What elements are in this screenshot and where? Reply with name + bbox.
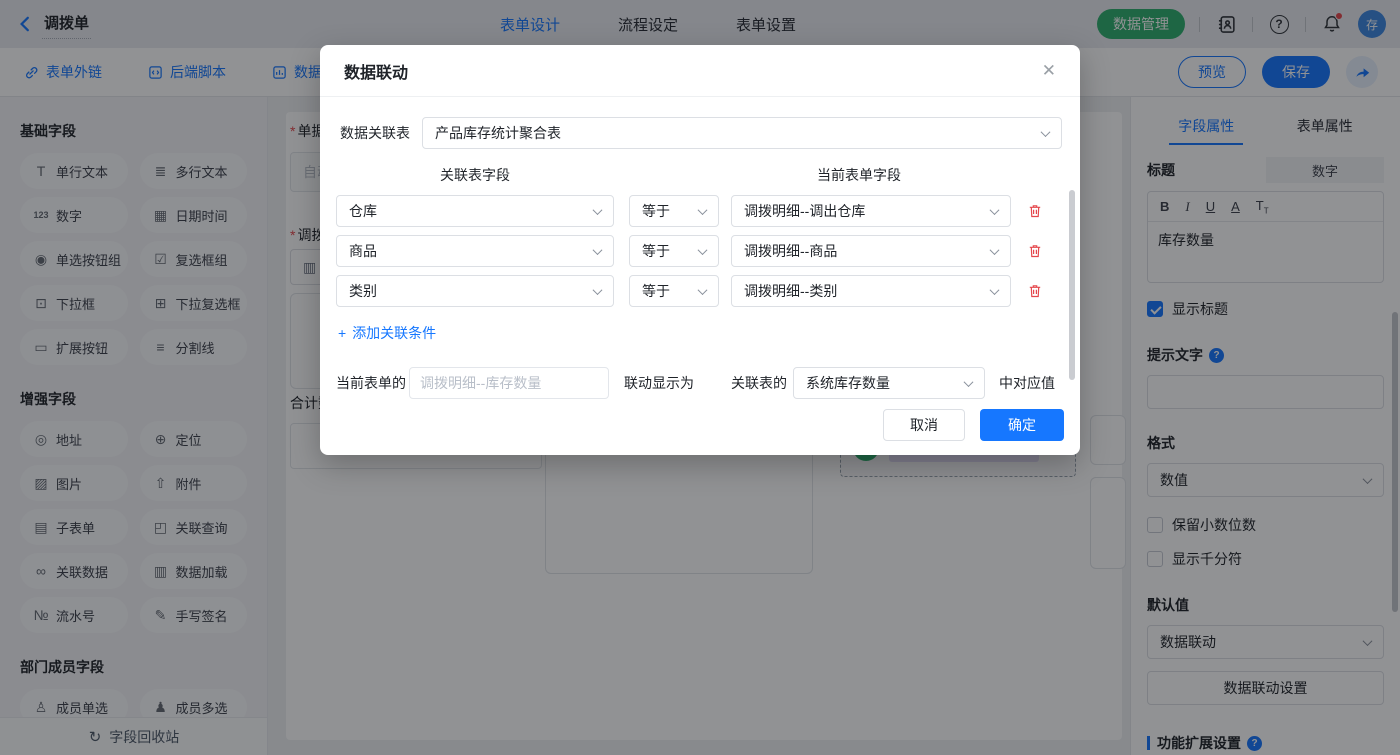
- current-field-input[interactable]: 调拨明细--库存数量: [409, 367, 609, 399]
- modal-footer: 取消 确定: [883, 409, 1064, 441]
- linked-table-row: 数据关联表 产品库存统计聚合表: [340, 117, 1062, 149]
- modal-body: 数据关联表 产品库存统计聚合表 关联表字段 当前表单字段 仓库 等于 调拨明细-…: [320, 97, 1080, 399]
- trash-icon: [1027, 283, 1043, 299]
- chevron-down-icon: [990, 285, 1000, 295]
- condition-row: 类别 等于 调拨明细--类别: [336, 275, 1062, 307]
- cancel-button[interactable]: 取消: [883, 409, 965, 441]
- linked-field-select[interactable]: 商品: [336, 235, 614, 267]
- chevron-down-icon: [698, 205, 708, 215]
- linked-table-select[interactable]: 产品库存统计聚合表: [422, 117, 1062, 149]
- chevron-down-icon: [698, 285, 708, 295]
- chevron-down-icon: [698, 245, 708, 255]
- add-condition-link[interactable]: + 添加关联条件: [338, 323, 436, 343]
- operator-select[interactable]: 等于: [629, 275, 719, 307]
- left-column-header: 关联表字段: [336, 165, 614, 185]
- chevron-down-icon: [593, 205, 603, 215]
- plus-icon: +: [338, 325, 346, 341]
- operator-select[interactable]: 等于: [629, 195, 719, 227]
- chevron-down-icon: [990, 205, 1000, 215]
- confirm-button[interactable]: 确定: [980, 409, 1064, 441]
- trash-icon: [1027, 203, 1043, 219]
- condition-headers: 关联表字段 当前表单字段: [336, 165, 1062, 185]
- mapping-prefix-label: 当前表单的: [336, 373, 406, 393]
- operator-select[interactable]: 等于: [629, 235, 719, 267]
- mapping-middle-label: 联动显示为: [624, 373, 694, 393]
- current-form-field-select[interactable]: 调拨明细--类别: [731, 275, 1011, 307]
- mapping-row: 当前表单的 调拨明细--库存数量 联动显示为 关联表的 系统库存数量 中对应值: [336, 367, 1062, 399]
- linked-field-select[interactable]: 仓库: [336, 195, 614, 227]
- current-form-field-select[interactable]: 调拨明细--调出仓库: [731, 195, 1011, 227]
- delete-condition-button[interactable]: [1022, 236, 1048, 266]
- chevron-down-icon: [1041, 127, 1051, 137]
- condition-row: 商品 等于 调拨明细--商品: [336, 235, 1062, 267]
- chevron-down-icon: [593, 285, 603, 295]
- modal-title: 数据联动: [344, 59, 408, 83]
- data-linkage-modal: 数据联动 ✕ 数据关联表 产品库存统计聚合表 关联表字段 当前表单字段 仓库 等…: [320, 45, 1080, 455]
- trash-icon: [1027, 243, 1043, 259]
- delete-condition-button[interactable]: [1022, 196, 1048, 226]
- target-field-select[interactable]: 系统库存数量: [793, 367, 985, 399]
- linked-table-label: 数据关联表: [340, 123, 410, 143]
- linked-field-select[interactable]: 类别: [336, 275, 614, 307]
- app-screen: 调拨单 表单设计 流程设定 表单设置 数据管理 ? 存 表单外链: [0, 0, 1400, 755]
- right-column-header: 当前表单字段: [719, 165, 999, 185]
- close-icon[interactable]: ✕: [1042, 61, 1056, 81]
- condition-row: 仓库 等于 调拨明细--调出仓库: [336, 195, 1062, 227]
- chevron-down-icon: [990, 245, 1000, 255]
- delete-condition-button[interactable]: [1022, 276, 1048, 306]
- modal-header: 数据联动 ✕: [320, 45, 1080, 97]
- mapping-table-prefix-label: 关联表的: [731, 373, 787, 393]
- current-form-field-select[interactable]: 调拨明细--商品: [731, 235, 1011, 267]
- modal-scrollbar[interactable]: [1069, 190, 1075, 380]
- chevron-down-icon: [964, 377, 974, 387]
- chevron-down-icon: [593, 245, 603, 255]
- mapping-suffix-label: 中对应值: [999, 373, 1055, 393]
